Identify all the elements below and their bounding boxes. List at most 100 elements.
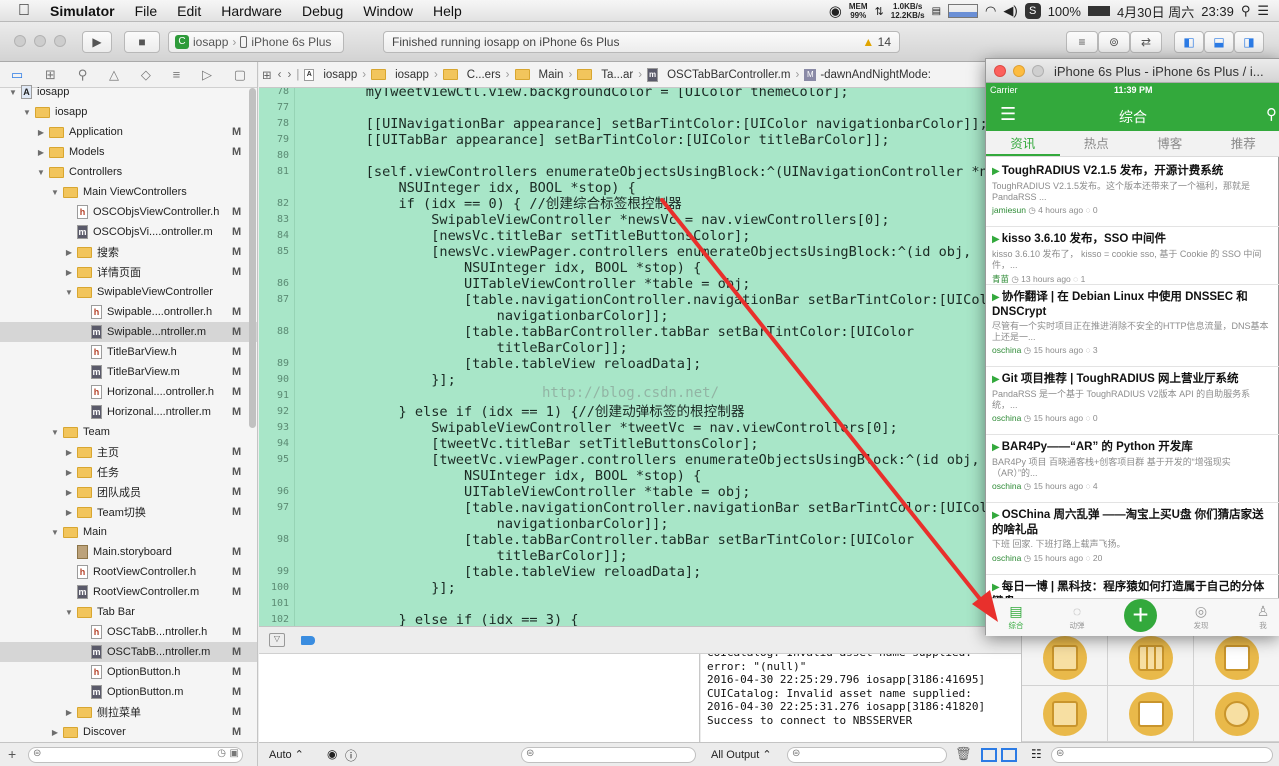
wifi-icon[interactable]: ◠ bbox=[985, 3, 996, 19]
grid-list-icon[interactable]: ☷ bbox=[1031, 747, 1042, 761]
eye-icon[interactable]: ◉ bbox=[327, 747, 337, 761]
code-line[interactable]: [table.navigationController.navigationBa… bbox=[333, 292, 999, 308]
hide-debug-icon[interactable]: ▽ bbox=[269, 633, 285, 647]
navigator-row[interactable]: ▶ Discover M bbox=[0, 722, 257, 742]
navigator-row[interactable]: ▶ 任务 M bbox=[0, 462, 257, 482]
menu-debug[interactable]: Debug bbox=[292, 3, 353, 19]
library-item-1[interactable] bbox=[1022, 630, 1108, 686]
navigator-row[interactable]: m OptionButton.m M bbox=[0, 682, 257, 702]
crumb-group-iosapp[interactable]: iosapp bbox=[368, 69, 432, 81]
disclosure-closed-icon[interactable]: ▶ bbox=[64, 268, 74, 277]
stop-button[interactable]: ■ bbox=[124, 31, 160, 53]
crumb-group-main[interactable]: Main bbox=[512, 69, 567, 81]
disclosure-closed-icon[interactable]: ▶ bbox=[64, 448, 74, 457]
code-line[interactable]: [table.navigationController.navigationBa… bbox=[333, 500, 999, 516]
menu-app[interactable]: Simulator bbox=[40, 3, 125, 19]
toggle-utilities-button[interactable]: ◨ bbox=[1234, 31, 1264, 53]
code-line[interactable]: if (idx == 0) { //创建综合标签根控制器 bbox=[333, 196, 681, 212]
console-output-select[interactable]: All Output ⌃ bbox=[711, 748, 772, 761]
disclosure-open-icon[interactable]: ▼ bbox=[8, 88, 18, 97]
code-line[interactable]: } else if (idx == 1) {//创建动弹标签的根控制器 bbox=[333, 404, 744, 420]
disclosure-open-icon[interactable]: ▼ bbox=[64, 608, 74, 617]
code-line[interactable]: titleBarColor]]; bbox=[333, 340, 628, 356]
scheme-selector[interactable]: C iosapp › iPhone 6s Plus bbox=[168, 31, 344, 53]
add-icon[interactable]: + bbox=[8, 746, 16, 762]
navigator-row[interactable]: h OSCTabB...ntroller.h M bbox=[0, 622, 257, 642]
crumb-group-controllers[interactable]: C...ers bbox=[440, 69, 504, 81]
crumb-project[interactable]: Aiosapp bbox=[301, 68, 360, 81]
disclosure-open-icon[interactable]: ▼ bbox=[36, 168, 46, 177]
add-button[interactable]: + bbox=[1124, 599, 1157, 632]
close-button[interactable] bbox=[994, 65, 1006, 77]
navigator-row[interactable]: m TitleBarView.m M bbox=[0, 362, 257, 382]
navigator-row[interactable]: h OptionButton.h M bbox=[0, 662, 257, 682]
navigator-row[interactable]: ▶ 团队成员 M bbox=[0, 482, 257, 502]
menu-window[interactable]: Window bbox=[353, 3, 423, 19]
tab-bar-item-me[interactable]: ♙ 我 bbox=[1238, 602, 1279, 631]
library-item-4[interactable] bbox=[1022, 686, 1108, 742]
code-line[interactable]: titleBarColor]]; bbox=[333, 548, 628, 564]
disclosure-closed-icon[interactable]: ▶ bbox=[64, 248, 74, 257]
navigator-row[interactable]: h Horizonal....ontroller.h M bbox=[0, 382, 257, 402]
navigator-row[interactable]: m RootViewController.m M bbox=[0, 582, 257, 602]
crumb-file[interactable]: m OSCTabBarController.m bbox=[644, 67, 793, 82]
warning-badge[interactable]: ▲ 14 bbox=[862, 35, 891, 49]
tab-blog[interactable]: 博客 bbox=[1133, 131, 1207, 156]
menu-hardware[interactable]: Hardware bbox=[211, 3, 292, 19]
navigator-row[interactable]: ▶ 详情页面 M bbox=[0, 262, 257, 282]
navigator-row[interactable]: ▶ 侧拉菜单 M bbox=[0, 702, 257, 722]
source-editor[interactable]: 78 77 78 79 80 81 82 83 84 85 86 87 88 89 90 91 92 93 94 95… bbox=[259, 88, 999, 626]
notification-center-icon[interactable]: ☰ bbox=[1257, 3, 1269, 19]
news-item[interactable]: ▶ Git 项目推荐 | ToughRADIUS 网上营业厅系统 PandaRSS … bbox=[986, 367, 1279, 435]
navigator-row[interactable]: m OSCObjsVi....ontroller.m M bbox=[0, 222, 257, 242]
code-line[interactable]: [table.tabBarController.tabBar setBarTin… bbox=[333, 324, 914, 340]
standard-editor-button[interactable]: ≡ bbox=[1066, 31, 1098, 53]
navigator-row[interactable]: ▼ SwipableViewController bbox=[0, 282, 257, 302]
code-line[interactable]: [[UITabBar appearance] setBarTintColor:[… bbox=[333, 132, 890, 148]
tab-bar-item-tweet[interactable]: ◌ 动弹 bbox=[1052, 602, 1102, 631]
menu-help[interactable]: Help bbox=[423, 3, 472, 19]
navigator-row[interactable]: ▼ Aiosapp bbox=[0, 82, 257, 102]
hierarchy-icon[interactable]: ⊞ bbox=[45, 67, 56, 83]
code-line[interactable]: [table.tabBarController.tabBar setBarTin… bbox=[333, 532, 914, 548]
navigator-row[interactable]: ▼ Team bbox=[0, 422, 257, 442]
navigator-row[interactable]: h OSCObjsViewController.h M bbox=[0, 202, 257, 222]
news-item[interactable]: ▶每日一博 | 黑科技：程序猿如何打造属于自己的分体键盘 bbox=[986, 575, 1279, 608]
split-right-icon[interactable] bbox=[1001, 748, 1017, 762]
scm-icon[interactable]: ▣ bbox=[230, 748, 239, 759]
tab-news[interactable]: 资讯 bbox=[986, 131, 1060, 156]
navigator-filter-field[interactable]: ⊜ ◷ ▣ bbox=[28, 747, 243, 763]
recent-icon[interactable]: ◷ bbox=[217, 748, 226, 759]
code-line[interactable]: [self.viewControllers enumerateObjectsUs… bbox=[333, 164, 999, 180]
navigator-row[interactable]: ▼ iosapp bbox=[0, 102, 257, 122]
navigator-row[interactable]: ▼ Tab Bar bbox=[0, 602, 257, 622]
mem-indicator[interactable]: MEM 99% bbox=[849, 2, 868, 20]
navigator-row[interactable]: h TitleBarView.h M bbox=[0, 342, 257, 362]
news-item[interactable]: ▶ OSChina 周六乱弹 ——淘宝上买U盘 你们猜店家送的啥礼品 下班 回家. … bbox=[986, 503, 1279, 575]
code-line[interactable]: [tweetVc.titleBar setTitleButtonsColor]; bbox=[333, 436, 758, 452]
code-line[interactable]: myTweetViewCtl.view.backgroundColor = [U… bbox=[333, 88, 849, 100]
disclosure-closed-icon[interactable]: ▶ bbox=[36, 148, 46, 157]
breakpoint-icon[interactable]: ▷ bbox=[202, 67, 212, 83]
variables-view[interactable] bbox=[259, 654, 700, 742]
news-author[interactable]: oschina bbox=[992, 413, 1021, 423]
news-author[interactable]: oschina bbox=[992, 553, 1021, 563]
disclosure-closed-icon[interactable]: ▶ bbox=[50, 728, 60, 737]
navigator-scrollbar[interactable] bbox=[249, 88, 256, 428]
apple-icon[interactable]:  bbox=[0, 2, 40, 20]
volume-icon[interactable]: ◀) bbox=[1003, 3, 1017, 19]
disclosure-closed-icon[interactable]: ▶ bbox=[64, 468, 74, 477]
assistant-editor-button[interactable]: ⊚ bbox=[1098, 31, 1130, 53]
spotlight-icon[interactable]: ⚲ bbox=[1241, 3, 1251, 19]
tab-bar-item-general[interactable]: ▤ 综合 bbox=[991, 602, 1041, 631]
disclosure-open-icon[interactable]: ▼ bbox=[50, 428, 60, 437]
simulator-title-bar[interactable]: iPhone 6s Plus - iPhone 6s Plus / i... bbox=[986, 59, 1279, 83]
crumb-method[interactable]: M -dawnAndNightMode: bbox=[801, 68, 934, 81]
toggle-debug-button[interactable]: ⬓ bbox=[1204, 31, 1234, 53]
variables-filter-field[interactable]: ⊜ bbox=[521, 747, 696, 763]
disclosure-closed-icon[interactable]: ▶ bbox=[64, 488, 74, 497]
tab-hot[interactable]: 热点 bbox=[1060, 131, 1134, 156]
navigator-row[interactable]: ▶ 主页 M bbox=[0, 442, 257, 462]
disclosure-open-icon[interactable]: ▼ bbox=[64, 288, 74, 297]
crumb-group-tabbar[interactable]: Ta...ar bbox=[574, 69, 636, 81]
